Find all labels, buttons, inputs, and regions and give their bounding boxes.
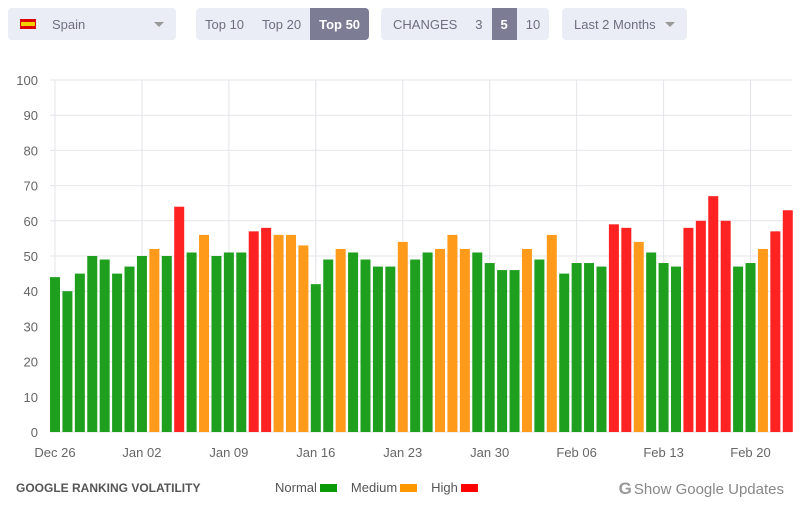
x-tick-label: Jan 16 xyxy=(296,445,335,460)
bar xyxy=(770,231,781,432)
bar xyxy=(99,259,110,432)
bar xyxy=(50,277,60,432)
show-google-updates-button[interactable]: G Show Google Updates xyxy=(619,479,784,499)
y-tick-label: 70 xyxy=(24,179,38,194)
legend-swatch xyxy=(319,483,337,492)
bar xyxy=(273,234,284,432)
bar xyxy=(298,245,309,432)
bar xyxy=(397,241,408,432)
bar xyxy=(62,291,73,432)
bar xyxy=(74,273,85,432)
bar xyxy=(559,273,570,432)
bar xyxy=(410,259,421,432)
y-tick-label: 90 xyxy=(24,108,38,123)
x-tick-label: Jan 23 xyxy=(383,445,422,460)
bar xyxy=(633,241,644,432)
y-tick-label: 80 xyxy=(24,143,38,158)
bar xyxy=(348,252,359,432)
bar xyxy=(335,248,346,432)
google-icon: G xyxy=(618,479,632,498)
bar xyxy=(87,256,98,432)
y-tick-label: 100 xyxy=(16,73,38,88)
bar xyxy=(112,273,123,432)
bar xyxy=(161,256,172,432)
x-tick-label: Feb 13 xyxy=(643,445,683,460)
bar xyxy=(447,234,458,432)
bar xyxy=(484,263,495,432)
bar xyxy=(199,234,210,432)
bar xyxy=(708,196,719,432)
chart-title: GOOGLE RANKING VOLATILITY xyxy=(16,481,201,495)
bar xyxy=(534,259,545,432)
bar xyxy=(174,206,185,432)
x-tick-label: Jan 09 xyxy=(209,445,248,460)
legend-normal: Normal xyxy=(275,480,337,495)
volatility-chart: 0 10 20 30 40 50 60 70 80 90 100 Dec 26 Jan 02 Jan 09… xyxy=(16,73,793,460)
y-tick-label: 10 xyxy=(24,390,38,405)
legend-label: Normal xyxy=(275,480,317,495)
bar xyxy=(497,270,508,432)
bar xyxy=(757,248,768,432)
bar xyxy=(459,248,470,432)
y-tick-label: 0 xyxy=(31,425,38,440)
bar xyxy=(186,252,197,432)
legend-swatch xyxy=(400,483,418,492)
bar xyxy=(521,248,532,432)
bar xyxy=(720,220,731,432)
bar xyxy=(671,266,681,432)
bar xyxy=(608,224,619,432)
bar xyxy=(584,263,595,432)
bar xyxy=(372,266,383,432)
legend: Normal Medium High xyxy=(275,480,492,495)
bar xyxy=(310,284,321,432)
bar xyxy=(223,252,234,432)
bar xyxy=(236,252,247,432)
legend-swatch xyxy=(460,483,478,492)
bar xyxy=(149,248,160,432)
legend-label: Medium xyxy=(350,480,398,495)
bar xyxy=(683,227,694,432)
bar xyxy=(782,210,793,432)
y-tick-label: 20 xyxy=(24,355,38,370)
legend-medium: Medium xyxy=(350,480,418,495)
bar xyxy=(695,220,706,432)
bar xyxy=(136,256,147,432)
x-tick-label: Dec 26 xyxy=(34,445,75,460)
bar xyxy=(323,259,334,432)
legend-label: High xyxy=(431,480,458,495)
bar xyxy=(658,263,669,432)
x-tick-label: Feb 06 xyxy=(556,445,596,460)
bar xyxy=(472,252,483,432)
bar xyxy=(422,252,433,432)
y-tick-label: 40 xyxy=(24,284,38,299)
bar xyxy=(248,231,259,432)
bar xyxy=(435,248,446,432)
bar xyxy=(285,234,296,432)
bar xyxy=(546,234,557,432)
x-tick-label: Jan 02 xyxy=(122,445,161,460)
bar xyxy=(211,256,222,432)
bar xyxy=(509,270,520,432)
bar xyxy=(646,252,657,432)
bar xyxy=(733,266,744,432)
y-tick-label: 30 xyxy=(24,319,38,334)
bar xyxy=(261,227,272,432)
y-tick-label: 50 xyxy=(24,249,38,264)
bar xyxy=(124,266,135,432)
bar xyxy=(385,266,396,432)
bar xyxy=(360,259,371,432)
x-tick-label: Feb 20 xyxy=(730,445,770,460)
bar xyxy=(745,263,756,432)
bar xyxy=(571,263,582,432)
show-updates-label: Show Google Updates xyxy=(633,480,784,498)
bar xyxy=(621,227,632,432)
bar xyxy=(596,266,607,432)
legend-high: High xyxy=(431,480,478,495)
x-tick-label: Jan 30 xyxy=(470,445,509,460)
y-tick-label: 60 xyxy=(24,214,38,229)
